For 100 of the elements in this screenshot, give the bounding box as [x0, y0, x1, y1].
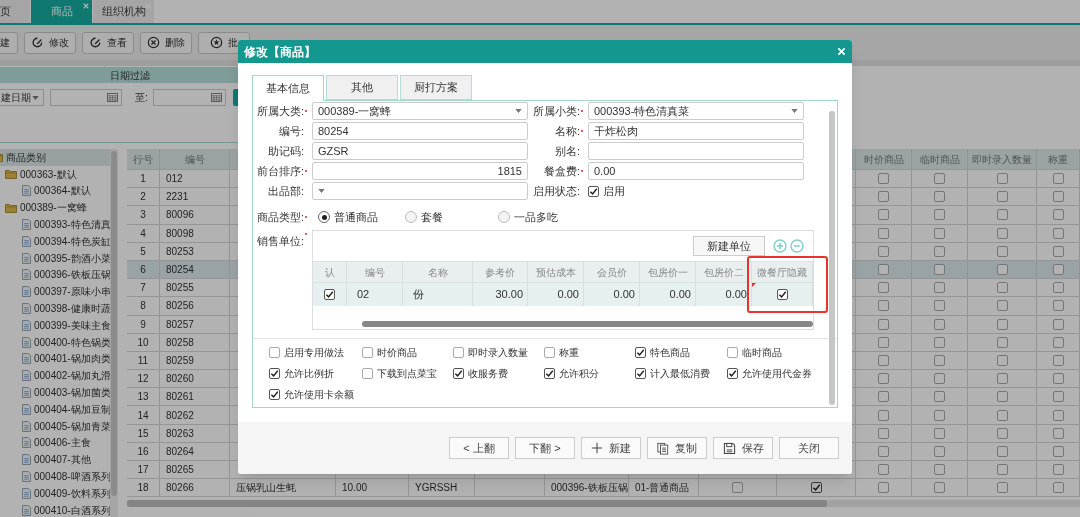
- checkbox[interactable]: [996, 482, 1008, 494]
- checkbox[interactable]: [934, 191, 945, 203]
- table-row[interactable]: 18 80266 压锅乳山生蚝 10.00 YGRSSH 000396-铁板压锅 01-普通商品: [127, 479, 1080, 498]
- tree-item[interactable]: 000399-美味主食: [22, 316, 110, 334]
- checkbox[interactable]: [324, 289, 335, 300]
- checkbox[interactable]: [1052, 482, 1064, 494]
- checkbox[interactable]: [878, 209, 889, 221]
- select-field[interactable]: [312, 182, 528, 200]
- checkbox[interactable]: [1052, 191, 1064, 203]
- checkbox[interactable]: [453, 368, 464, 379]
- checkbox[interactable]: [362, 368, 373, 379]
- checkbox[interactable]: [453, 347, 464, 358]
- checkbox[interactable]: [996, 173, 1008, 185]
- scrollbar[interactable]: [829, 111, 835, 405]
- checkbox[interactable]: [878, 354, 889, 366]
- tree-item[interactable]: 商品类别: [0, 149, 110, 166]
- checkbox[interactable]: [934, 354, 945, 366]
- tree-item[interactable]: 000363-默认: [5, 165, 110, 183]
- checkbox[interactable]: [934, 209, 945, 221]
- input-field[interactable]: 0.00: [588, 162, 804, 180]
- checkbox[interactable]: [1052, 264, 1064, 276]
- tree-item[interactable]: 000410-白酒系列: [22, 501, 110, 517]
- checkbox[interactable]: [1052, 227, 1064, 239]
- checkbox[interactable]: [727, 368, 738, 379]
- checkbox[interactable]: [878, 482, 889, 494]
- checkbox[interactable]: [934, 300, 945, 312]
- checkbox[interactable]: [996, 282, 1008, 294]
- checkbox[interactable]: [996, 391, 1008, 403]
- checkbox[interactable]: [1052, 445, 1064, 457]
- checkbox[interactable]: [810, 482, 822, 494]
- checkbox[interactable]: [934, 427, 945, 439]
- toolbar-button[interactable]: 删除: [140, 31, 192, 54]
- tab[interactable]: 页: [0, 0, 30, 23]
- checkbox[interactable]: [1052, 427, 1064, 439]
- checkbox[interactable]: [996, 318, 1008, 330]
- tree-item[interactable]: 000397-原味小串: [22, 283, 110, 301]
- checkbox[interactable]: [878, 427, 889, 439]
- checkbox[interactable]: [996, 445, 1008, 457]
- checkbox[interactable]: [934, 264, 945, 276]
- radio-button[interactable]: [405, 211, 417, 223]
- checkbox[interactable]: [269, 389, 280, 400]
- checkbox[interactable]: [996, 427, 1008, 439]
- checkbox[interactable]: [1052, 336, 1064, 348]
- calendar-icon[interactable]: [107, 93, 118, 102]
- input-field[interactable]: 1815: [312, 162, 528, 180]
- checkbox[interactable]: [544, 368, 555, 379]
- toolbar-button[interactable]: 查看: [82, 31, 134, 54]
- checkbox[interactable]: [635, 368, 646, 379]
- checkbox[interactable]: [727, 347, 738, 358]
- toolbar-button[interactable]: 修改: [24, 31, 76, 54]
- tree-item[interactable]: 000407-其他: [22, 451, 110, 469]
- checkbox[interactable]: [878, 191, 889, 203]
- tab[interactable]: 组织机构: [93, 0, 154, 23]
- checkbox[interactable]: [269, 368, 280, 379]
- tree-item[interactable]: 000406-主食: [22, 434, 110, 452]
- checkbox[interactable]: [934, 282, 945, 294]
- checkbox[interactable]: [635, 347, 646, 358]
- checkbox[interactable]: [996, 191, 1008, 203]
- tree-item[interactable]: 000389-一窝蜂: [5, 199, 110, 217]
- date-field[interactable]: [50, 89, 122, 106]
- close-icon[interactable]: [837, 47, 846, 56]
- checkbox[interactable]: [996, 264, 1008, 276]
- checkbox[interactable]: [588, 185, 599, 197]
- remove-icon[interactable]: [790, 239, 804, 253]
- checkbox[interactable]: [1052, 391, 1064, 403]
- date-field[interactable]: [152, 89, 226, 106]
- checkbox[interactable]: [1052, 373, 1064, 385]
- checkbox[interactable]: [878, 300, 889, 312]
- input-field[interactable]: 80254: [312, 122, 528, 140]
- checkbox[interactable]: [1052, 354, 1064, 366]
- checkbox[interactable]: [934, 227, 945, 239]
- footer-button[interactable]: 关闭: [779, 437, 839, 459]
- footer-button[interactable]: < 上翻: [449, 437, 509, 459]
- checkbox[interactable]: [1052, 282, 1064, 294]
- input-field[interactable]: 干炸松肉: [588, 122, 804, 140]
- select-field[interactable]: 000389-一窝蜂: [312, 102, 528, 120]
- toolbar-button[interactable]: 建: [0, 31, 18, 54]
- footer-button[interactable]: 下翻 >: [515, 437, 575, 459]
- checkbox[interactable]: [1052, 173, 1064, 185]
- tree-item[interactable]: 000393-特色清真: [22, 216, 110, 233]
- tab[interactable]: 基本信息: [252, 75, 324, 101]
- footer-button[interactable]: 保存: [713, 437, 773, 459]
- checkbox[interactable]: [878, 318, 889, 330]
- input-field[interactable]: GZSR: [312, 142, 528, 160]
- checkbox[interactable]: [934, 336, 945, 348]
- checkbox[interactable]: [1052, 409, 1064, 421]
- checkbox[interactable]: [996, 409, 1008, 421]
- select-field[interactable]: 000393-特色清真菜: [588, 102, 804, 120]
- checkbox[interactable]: [934, 373, 945, 385]
- checkbox[interactable]: [878, 173, 889, 185]
- tree-item[interactable]: 000364-默认: [22, 182, 110, 200]
- checkbox[interactable]: [996, 373, 1008, 385]
- checkbox[interactable]: [878, 445, 889, 457]
- radio-button[interactable]: [498, 211, 510, 223]
- calendar-icon[interactable]: [210, 93, 222, 102]
- tree-item[interactable]: 000395-韵酒小菜: [22, 249, 110, 267]
- checkbox[interactable]: [1052, 464, 1064, 476]
- tree-item[interactable]: 000400-特色锅类: [22, 333, 110, 351]
- close-icon[interactable]: [83, 3, 89, 9]
- checkbox[interactable]: [1052, 318, 1064, 330]
